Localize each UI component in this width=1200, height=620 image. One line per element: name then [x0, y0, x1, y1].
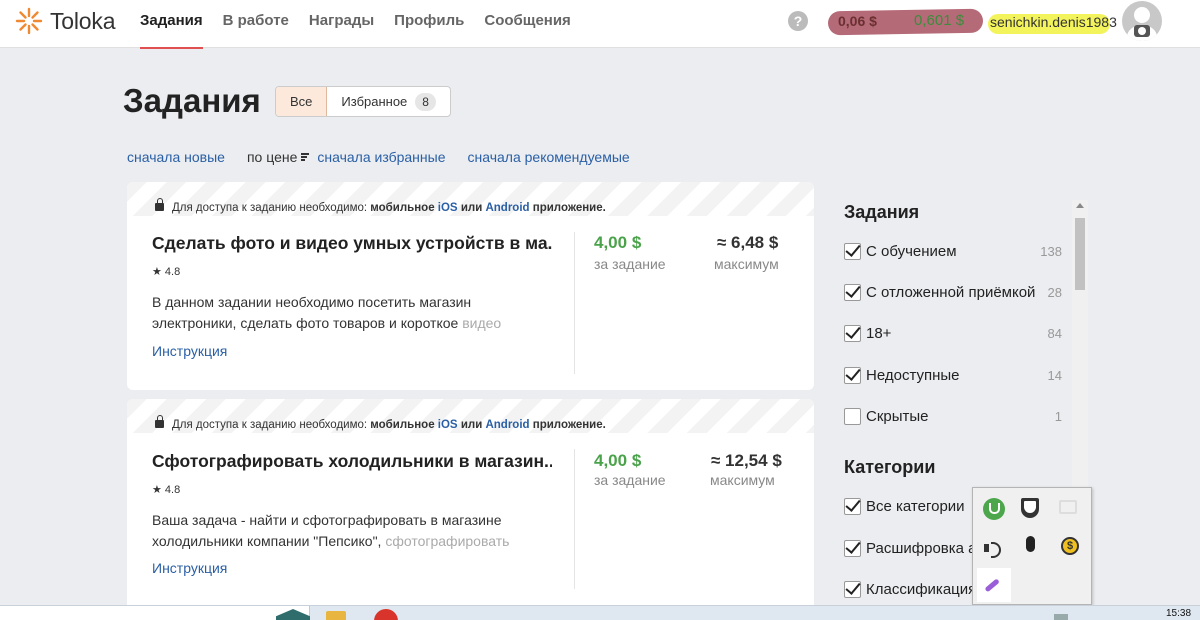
instruction-link[interactable]: Инструкция: [152, 343, 227, 359]
nav-profile[interactable]: Профиль: [394, 0, 464, 48]
max-label: максимум: [714, 256, 779, 272]
filter-count: 14: [1047, 367, 1062, 383]
task-rating: ★ 4.8: [152, 266, 181, 278]
checkbox[interactable]: [844, 366, 861, 384]
scroll-up-arrow-icon[interactable]: [1076, 203, 1084, 208]
utorrent-icon[interactable]: [983, 498, 1005, 520]
sort-options: сначала новые по цене сначала избранные …: [127, 149, 652, 165]
task-description: В данном задании необходимо посетить маг…: [152, 294, 502, 331]
sidebar-categories-title: Категории: [844, 457, 936, 477]
task-filter-segment: Все Избранное 8: [275, 86, 451, 117]
folder-icon[interactable]: [326, 611, 346, 620]
speaker-icon[interactable]: [983, 538, 1005, 560]
sort-recommended-first[interactable]: сначала рекомендуемые: [468, 149, 630, 165]
nav-tasks[interactable]: Задания: [140, 0, 203, 49]
divider: [574, 449, 575, 589]
nav-in-progress[interactable]: В работе: [223, 0, 289, 48]
avatar[interactable]: [1122, 1, 1162, 41]
checkbox[interactable]: [844, 407, 861, 425]
help-icon[interactable]: ?: [788, 11, 808, 31]
scroll-thumb[interactable]: [1075, 218, 1085, 290]
ios-link[interactable]: iOS: [438, 419, 458, 431]
taskbar: 15:38: [0, 605, 1200, 620]
task-title[interactable]: Сфотографировать холодильники в магазин.…: [152, 451, 552, 472]
max-label: максимум: [710, 472, 775, 488]
price-label: за задание: [594, 472, 666, 488]
sort-favorites-first[interactable]: сначала избранные: [317, 149, 445, 165]
segment-all[interactable]: Все: [276, 87, 328, 116]
lock-icon: [155, 415, 164, 428]
checkbox[interactable]: [844, 539, 861, 557]
android-link[interactable]: Android: [485, 419, 529, 431]
filter-adult[interactable]: 18+ 84: [844, 323, 1062, 343]
task-title[interactable]: Сделать фото и видео умных устройств в м…: [152, 233, 552, 254]
filter-count: 28: [1047, 284, 1062, 300]
top-header: Toloka Задания В работе Награды Профиль …: [0, 0, 1200, 49]
segment-favorites-label: Избранное: [341, 94, 408, 109]
filter-count: 1: [1054, 408, 1062, 424]
task-max-earnings: ≈ 12,54 $: [711, 451, 782, 470]
feather-icon[interactable]: [983, 574, 1003, 592]
toloka-logo[interactable]: Toloka: [14, 6, 115, 36]
balance-second: 0,601 $: [914, 12, 965, 29]
favorites-count-badge: 8: [415, 92, 436, 111]
security-shield-icon[interactable]: [1021, 498, 1039, 518]
tray-icon[interactable]: [1054, 614, 1068, 620]
task-description: Ваша задача - найти и сфотографировать в…: [152, 512, 510, 549]
task-price: 4,00 $: [594, 451, 642, 470]
balance-main: 0,06 $: [838, 13, 877, 29]
checkbox[interactable]: [844, 497, 861, 515]
task-max-earnings: ≈ 6,48 $: [717, 233, 779, 252]
divider: [574, 232, 575, 374]
segment-favorites[interactable]: Избранное 8: [327, 87, 450, 116]
nav-messages[interactable]: Сообщения: [484, 0, 570, 48]
sidebar-tasks-title: Задания: [844, 202, 920, 222]
network-icon[interactable]: [1059, 500, 1077, 514]
filter-delayed-acceptance[interactable]: С отложенной приёмкой 28: [844, 282, 1062, 302]
checkbox[interactable]: [844, 324, 861, 342]
instruction-link[interactable]: Инструкция: [152, 560, 227, 576]
filter-with-training[interactable]: С обучением 138: [844, 241, 1062, 261]
logo-text: Toloka: [50, 7, 116, 34]
sort-newest[interactable]: сначала новые: [127, 149, 225, 165]
task-price: 4,00 $: [594, 233, 642, 252]
coin-icon[interactable]: $: [1061, 537, 1079, 555]
filter-count: 138: [1040, 243, 1062, 259]
lock-icon: [155, 198, 164, 211]
sort-desc-icon: [301, 153, 310, 162]
ios-link[interactable]: iOS: [438, 202, 458, 214]
sort-by-price[interactable]: по цене: [247, 149, 297, 165]
android-link[interactable]: Android: [485, 202, 529, 214]
task-rating: ★ 4.8: [152, 484, 181, 496]
main-nav: Задания В работе Награды Профиль Сообщен…: [140, 0, 591, 49]
clock[interactable]: 15:38: [1166, 608, 1191, 619]
checkbox[interactable]: [844, 242, 861, 260]
filter-hidden[interactable]: Скрытые 1: [844, 406, 1062, 426]
access-banner: Для доступа к заданию необходимо: мобиль…: [127, 399, 814, 433]
toloka-logo-icon: [15, 7, 43, 35]
checkbox[interactable]: [844, 283, 861, 301]
nav-rewards[interactable]: Награды: [309, 0, 374, 48]
page-title: Задания: [123, 82, 261, 119]
account-info[interactable]: 0,06 $ 0,601 $ senichkin.denis1983: [827, 8, 1118, 36]
task-card[interactable]: Для доступа к заданию необходимо: мобиль…: [127, 399, 814, 620]
username[interactable]: senichkin.denis1983: [990, 14, 1117, 30]
system-tray-overflow: $: [972, 487, 1092, 605]
camera-icon: [1134, 25, 1150, 37]
checkbox[interactable]: [844, 580, 861, 598]
taskbar-active-window[interactable]: [0, 606, 310, 620]
access-banner: Для доступа к заданию необходимо: мобиль…: [127, 182, 814, 216]
microphone-icon[interactable]: [1026, 536, 1035, 552]
price-label: за задание: [594, 256, 666, 272]
filter-unavailable[interactable]: Недоступные 14: [844, 365, 1062, 385]
filter-count: 84: [1047, 325, 1062, 341]
task-card[interactable]: Для доступа к заданию необходимо: мобиль…: [127, 182, 814, 390]
browser-icon[interactable]: [374, 609, 398, 620]
